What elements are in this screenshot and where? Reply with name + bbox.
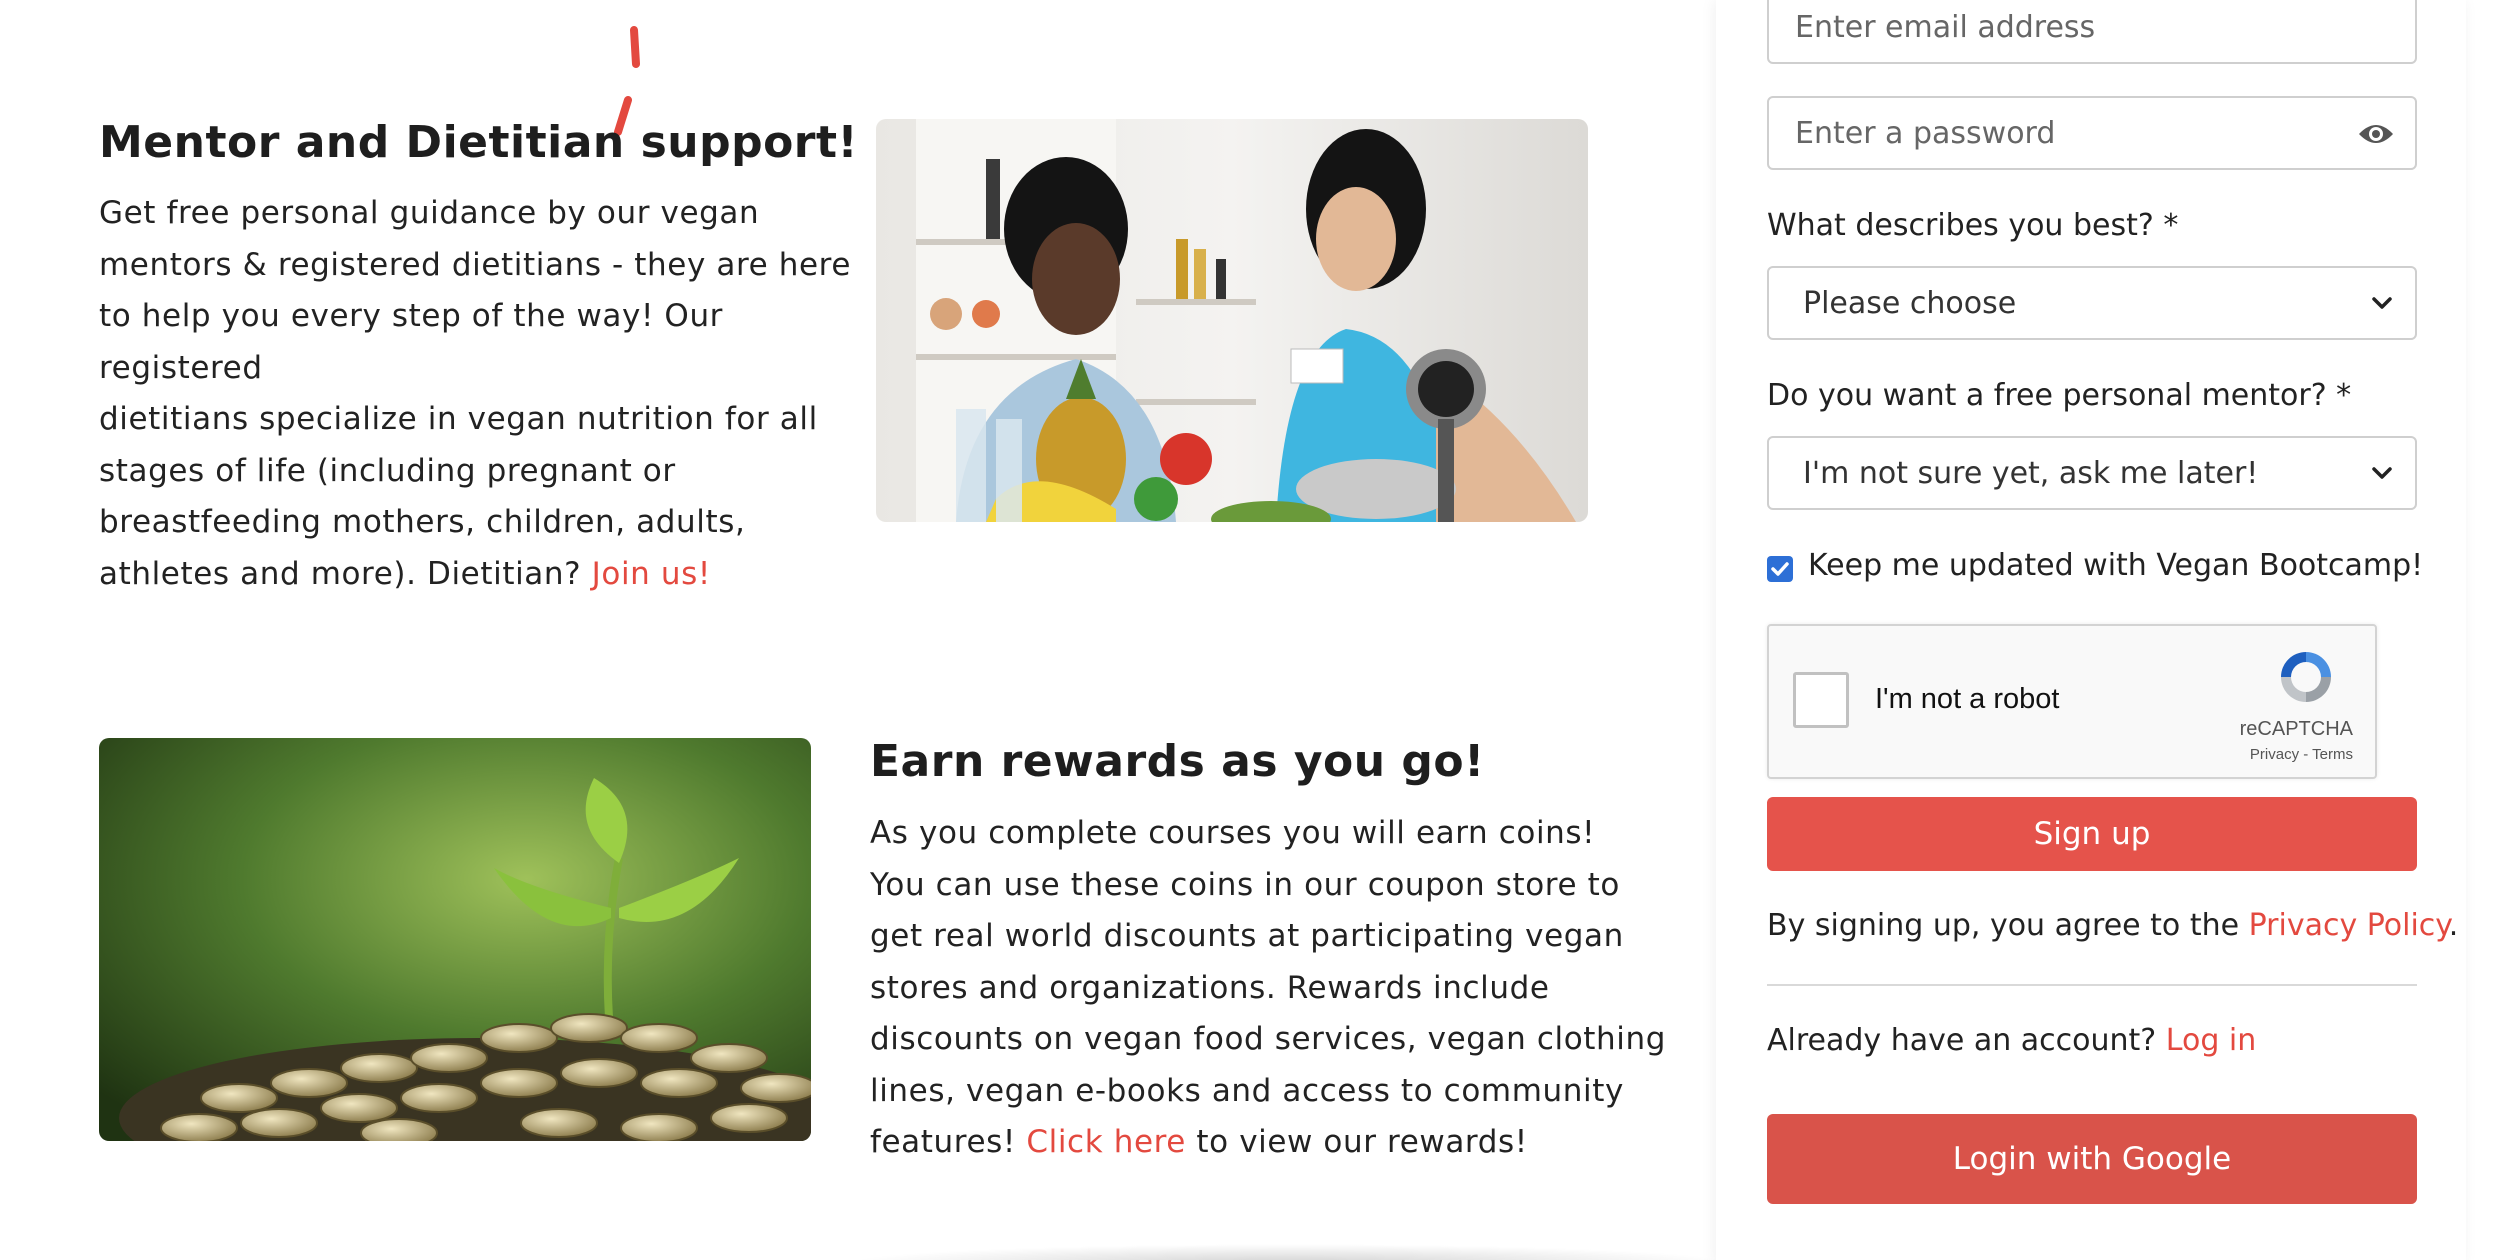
chevron-down-icon [2372,297,2392,309]
mentor-text-line: mentors & registered dietitians - they a… [99,246,851,283]
describe-select[interactable]: Please choose [1767,266,2417,340]
email-placeholder: Enter email address [1795,9,2096,45]
rewards-text-tail: features! [870,1124,1016,1160]
chevron-down-icon [2372,467,2392,479]
divider [1767,984,2417,986]
mentor-text-line: dietitians specialize in vegan nutrition… [99,401,818,437]
eye-icon[interactable] [2357,120,2395,148]
describe-select-value: Please choose [1803,285,2017,321]
join-us-link[interactable]: Join us! [592,556,711,592]
email-field[interactable]: Enter email address [1767,0,2417,64]
keep-updated-label[interactable]: Keep me updated with Vegan Bootcamp! [1808,548,2423,583]
plant-coins-photo [99,738,811,1141]
rewards-text-line: discounts on vegan food services, vegan … [870,1021,1667,1057]
mentor-feature-text: Get free personal guidance by our vegan … [99,188,859,600]
recaptcha-logo-icon [2281,652,2331,702]
rewards-text-line: You can use these coins in our coupon st… [870,866,1620,903]
rewards-text-line: features! Click here to view our rewards… [870,1117,1690,1169]
mentor-select[interactable]: I'm not sure yet, ask me later! [1767,436,2417,510]
password-placeholder: Enter a password [1795,115,2056,151]
view-rewards-link[interactable]: Click here [1026,1124,1186,1160]
password-field[interactable]: Enter a password [1767,96,2417,170]
mentor-text-line: Get free personal guidance by our vegan [99,195,760,231]
mentor-label: Do you want a free personal mentor? * [1767,378,2352,413]
log-in-link[interactable]: Log in [2166,1023,2256,1058]
agree-suffix: . [2448,908,2459,943]
already-account-text: Already have an account? Log in [1767,1023,2256,1058]
login-with-google-button[interactable]: Login with Google [1767,1114,2417,1204]
rewards-feature-title: Earn rewards as you go! [870,736,1485,787]
recaptcha-terms-link[interactable]: Privacy - Terms [2250,746,2353,763]
rewards-text-after-link: to view our rewards! [1196,1124,1528,1160]
dietitian-kitchen-photo [876,119,1588,522]
bottom-shadow [840,1244,1740,1260]
mentor-text-line: stages of life (including pregnant or [99,452,676,489]
describe-label: What describes you best? * [1767,208,2179,243]
already-prefix: Already have an account? [1767,1023,2157,1058]
recaptcha-brand: reCAPTCHA [2239,718,2353,740]
recaptcha-widget: I'm not a robot reCAPTCHA Privacy - Term… [1767,624,2377,779]
rewards-feature-text: As you complete courses you will earn co… [870,808,1690,1169]
privacy-policy-link[interactable]: Privacy Policy [2249,908,2449,943]
recaptcha-checkbox[interactable] [1793,672,1849,728]
keep-updated-checkbox[interactable] [1767,556,1793,582]
agree-prefix: By signing up, you agree to the [1767,908,2240,943]
rewards-text-line: As you complete courses you will earn co… [870,815,1596,851]
rewards-text-line: lines, vegan e-books and access to commu… [870,1072,1624,1109]
recaptcha-label: I'm not a robot [1875,683,2060,715]
rewards-text-line: stores and organizations. Rewards includ… [870,969,1550,1006]
mentor-text-line: breastfeeding mothers, children, adults, [99,504,746,540]
mentor-text-line: athletes and more). Dietitian? Join us! [99,549,859,601]
agree-text: By signing up, you agree to the Privacy … [1767,908,2458,943]
checkmark-icon [1771,562,1789,576]
mentor-text-line: to help you every step of the way! Our r… [99,298,724,386]
mentor-feature-title: Mentor and Dietitian support! [99,117,859,168]
mentor-text-tail: athletes and more). Dietitian? [99,555,582,592]
mentor-select-value: I'm not sure yet, ask me later! [1803,455,2259,491]
rewards-text-line: get real world discounts at participatin… [870,918,1624,954]
sign-up-button[interactable]: Sign up [1767,797,2417,871]
